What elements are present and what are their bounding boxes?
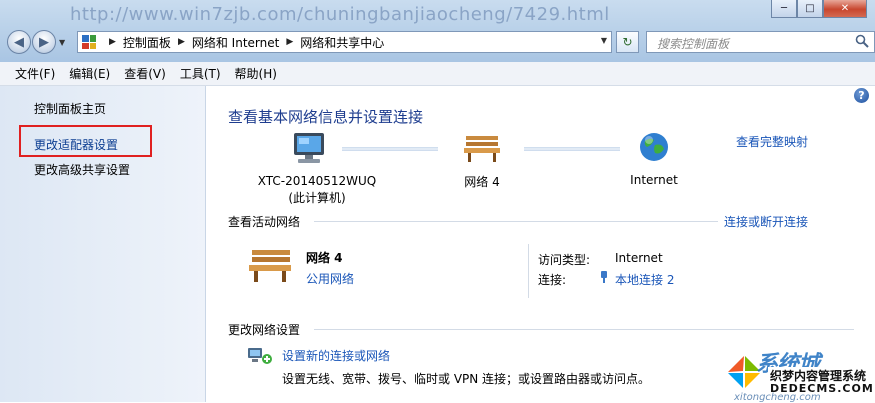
access-type-value: Internet xyxy=(615,251,663,265)
internet-globe-icon xyxy=(640,133,668,161)
breadcrumb-control-panel[interactable]: 控制面板 ▶ xyxy=(123,34,192,51)
connection-line-1 xyxy=(342,147,438,151)
breadcrumb-network-internet[interactable]: 网络和 Internet ▶ xyxy=(192,34,300,51)
local-connection-link[interactable]: 本地连接 2 xyxy=(615,271,674,288)
navigation-buttons: ◀ ▶ ▼ xyxy=(7,30,65,54)
close-button[interactable]: ✕ xyxy=(823,0,867,18)
refresh-button[interactable]: ↻ xyxy=(616,31,639,53)
computer-name-label: XTC-20140512WUQ xyxy=(257,174,377,188)
back-button[interactable]: ◀ xyxy=(7,30,31,54)
view-full-map-link[interactable]: 查看完整映射 xyxy=(736,133,808,150)
connection-label: 连接: xyxy=(538,273,567,287)
breadcrumb-network-sharing-center[interactable]: 网络和共享中心 xyxy=(300,34,384,51)
setup-description: 设置无线、宽带、拨号、临时或 VPN 连接；或设置路由器或访问点。 xyxy=(282,372,651,386)
change-adapter-settings-link[interactable]: 更改适配器设置 xyxy=(34,136,118,153)
setup-new-connection-link[interactable]: 设置新的连接或网络 xyxy=(282,347,390,364)
active-networks-title: 查看活动网络 xyxy=(228,215,301,229)
breadcrumb-separator-icon[interactable]: ▶ xyxy=(102,37,123,47)
site-watermark-logo: 系统城 织梦内容管理系统 DEDECMS.COM xitongcheng.com xyxy=(718,344,875,403)
history-dropdown-icon[interactable]: ▼ xyxy=(59,38,65,47)
new-connection-icon xyxy=(248,348,272,364)
back-arrow-icon: ◀ xyxy=(14,34,24,50)
refresh-icon: ↻ xyxy=(622,35,633,49)
menu-tools[interactable]: 工具(T) xyxy=(173,65,228,82)
connect-disconnect-link[interactable]: 连接或断开连接 xyxy=(724,213,808,230)
control-panel-home-link[interactable]: 控制面板主页 xyxy=(34,100,106,117)
computer-icon xyxy=(294,133,324,163)
active-network-bench-icon xyxy=(249,250,291,282)
menu-bar: 文件(F) 编辑(E) 查看(V) 工具(T) 帮助(H) xyxy=(0,62,875,86)
network-node-label: 网络 4 xyxy=(464,175,500,189)
change-settings-title: 更改网络设置 xyxy=(228,323,301,337)
section-divider xyxy=(314,221,718,222)
address-bar[interactable]: ▶ 控制面板 ▶ 网络和 Internet ▶ 网络和共享中心 ▼ xyxy=(77,31,612,53)
watermark-site: xitongcheng.com xyxy=(734,392,821,403)
this-computer-node: XTC-20140512WUQ (此计算机) xyxy=(242,173,392,207)
address-dropdown-icon[interactable]: ▼ xyxy=(601,36,607,45)
forward-button[interactable]: ▶ xyxy=(32,30,56,54)
minimize-button[interactable]: ─ xyxy=(771,0,797,18)
task-pane: 控制面板主页 更改适配器设置 更改高级共享设置 xyxy=(0,86,206,402)
control-panel-icon xyxy=(82,35,96,49)
window-chrome: http://www.win7zjb.com/chuningbanjiaoche… xyxy=(0,0,875,62)
menu-edit[interactable]: 编辑(E) xyxy=(62,65,117,82)
background-url-watermark: http://www.win7zjb.com/chuningbanjiaoche… xyxy=(70,4,610,25)
internet-node-label: Internet xyxy=(630,173,678,187)
active-network-name: 网络 4 xyxy=(306,251,343,265)
change-advanced-sharing-link[interactable]: 更改高级共享设置 xyxy=(34,161,130,178)
section-divider xyxy=(314,329,854,330)
forward-arrow-icon: ▶ xyxy=(39,34,49,50)
vertical-divider xyxy=(528,244,529,298)
maximize-button[interactable]: □ xyxy=(797,0,823,18)
menu-view[interactable]: 查看(V) xyxy=(117,65,173,82)
window-controls: ─ □ ✕ xyxy=(771,0,867,18)
public-network-link[interactable]: 公用网络 xyxy=(306,270,354,287)
ethernet-icon xyxy=(601,271,607,283)
connection-line-2 xyxy=(524,147,620,151)
access-type-label: 访问类型: xyxy=(538,253,591,267)
page-title: 查看基本网络信息并设置连接 xyxy=(228,108,424,126)
menu-help[interactable]: 帮助(H) xyxy=(228,65,284,82)
menu-file[interactable]: 文件(F) xyxy=(0,65,62,82)
this-computer-label: (此计算机) xyxy=(288,191,346,205)
help-icon[interactable]: ? xyxy=(854,88,869,103)
search-input[interactable]: 搜索控制面板 xyxy=(646,31,875,53)
network-bench-icon xyxy=(464,136,500,162)
search-icon[interactable] xyxy=(855,34,869,48)
